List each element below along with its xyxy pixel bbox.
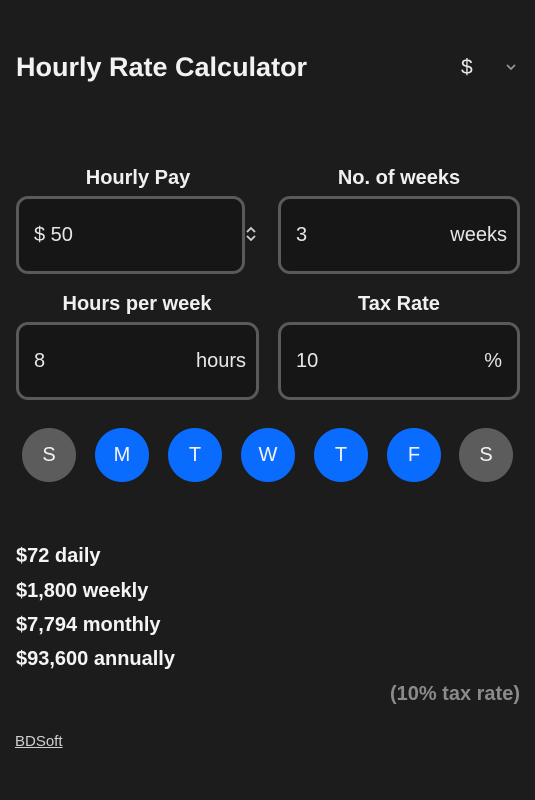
tax-rate-value: 10 [296,350,319,372]
result-weekly: $1,800 weekly [16,580,149,602]
hourly-pay-value: $ 50 [34,224,73,246]
result-daily: $72 daily [16,545,101,567]
tax-rate-note: (10% tax rate) [389,683,520,705]
day-toggle[interactable]: F [387,428,441,482]
brand-link[interactable]: BDSoft [15,733,63,750]
tax-rate-input[interactable]: 10 % [278,322,520,400]
tax-rate-unit: % [484,350,502,372]
currency-select[interactable]: $ [461,56,473,80]
weeks-input[interactable]: 3 weeks [278,196,520,274]
hours-value: 8 [34,350,46,372]
day-toggle[interactable]: T [168,428,222,482]
day-toggle[interactable]: S [22,428,76,482]
day-toggle[interactable]: S [459,428,513,482]
hours-label: Hours per week [62,293,212,315]
hourly-pay-label: Hourly Pay [85,167,191,189]
tax-rate-label: Tax Rate [358,293,440,315]
weeks-value: 3 [296,224,308,246]
page-title: Hourly Rate Calculator [16,52,308,82]
hours-input[interactable]: 8 hours [16,322,259,400]
result-annually: $93,600 annually [16,648,175,670]
weeks-label: No. of weeks [337,167,461,189]
day-toggle[interactable]: M [95,428,149,482]
hourly-pay-input[interactable]: $ 50 [16,196,245,274]
hours-unit: hours [195,350,246,372]
chevron-down-icon[interactable] [505,62,517,72]
spinner-icon[interactable] [245,225,257,243]
result-monthly: $7,794 monthly [16,614,161,636]
day-toggle[interactable]: T [314,428,368,482]
weeks-unit: weeks [450,224,507,246]
day-toggle[interactable]: W [241,428,295,482]
